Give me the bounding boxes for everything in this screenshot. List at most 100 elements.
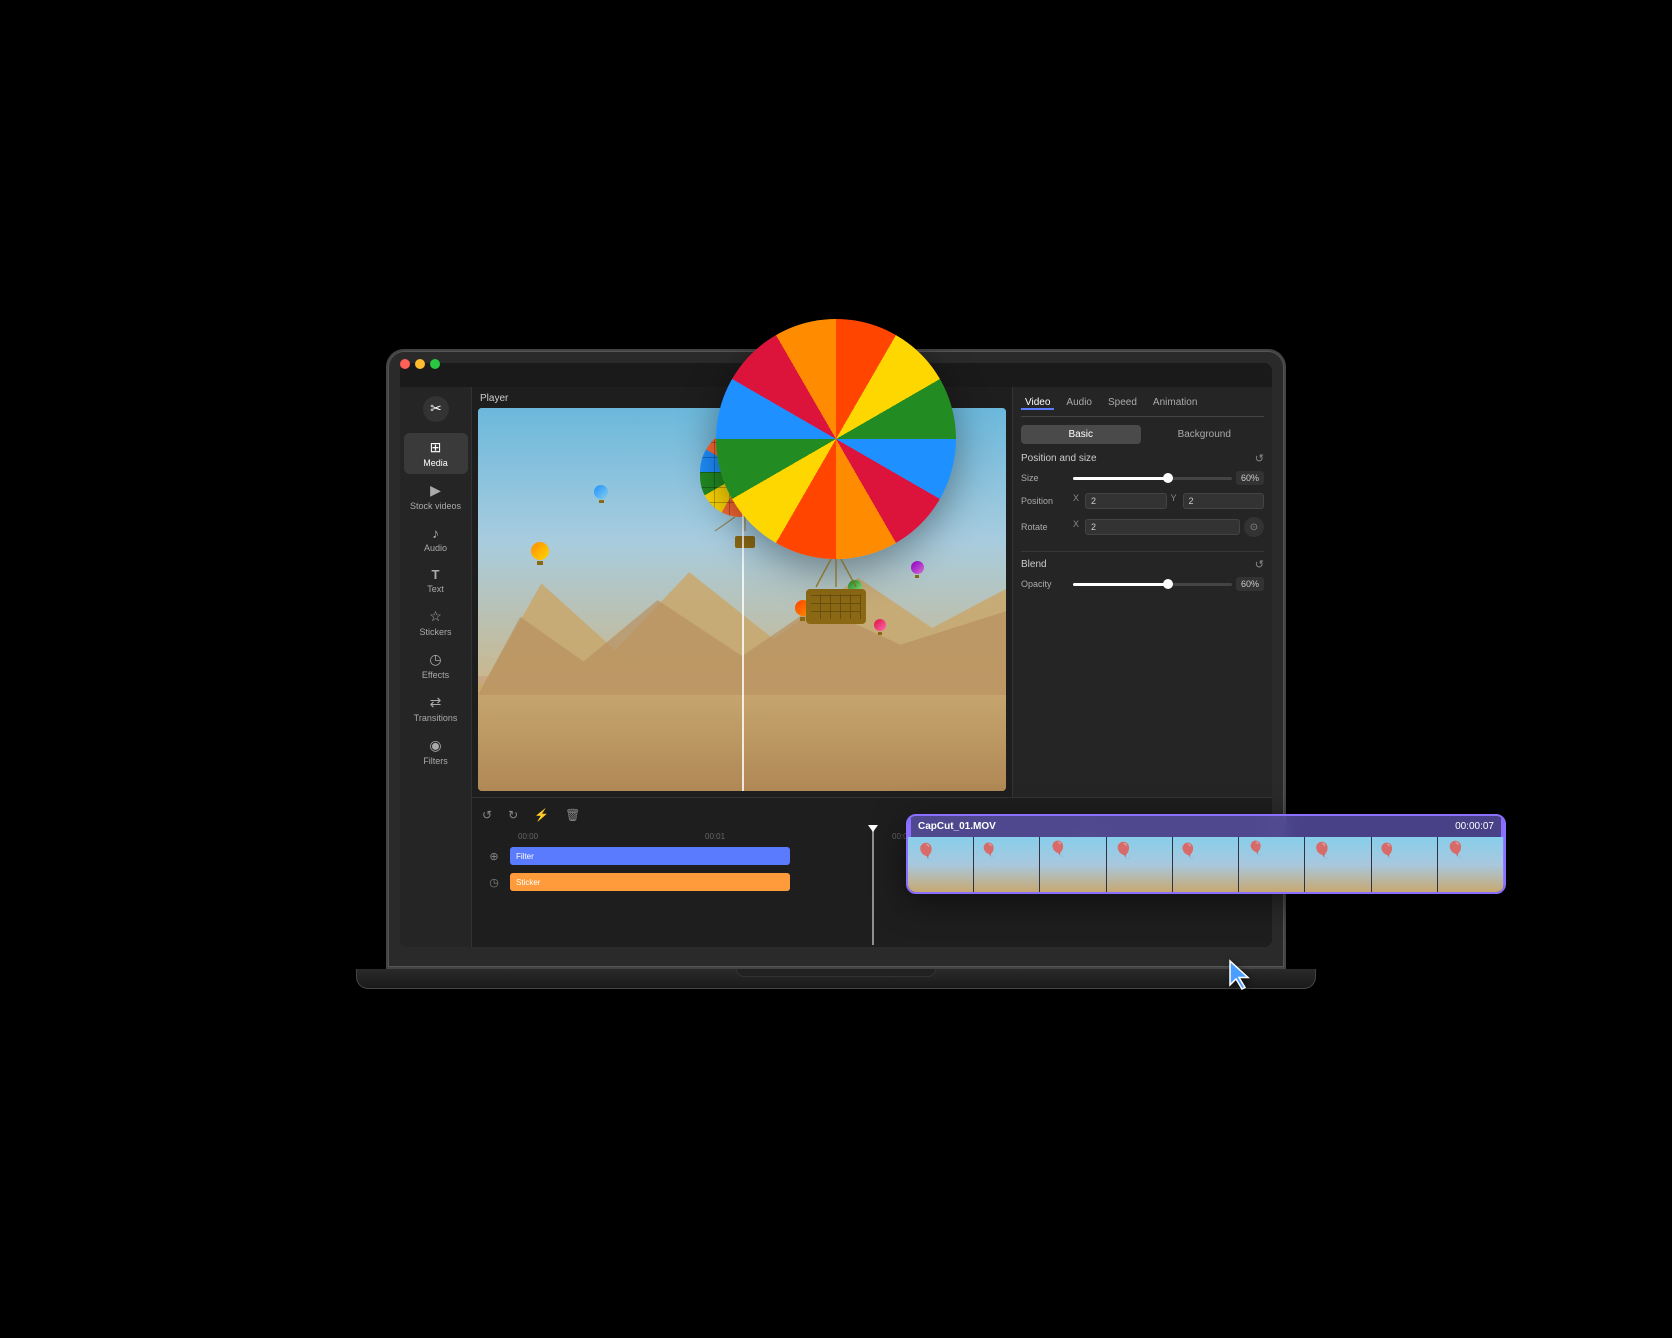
balloon-body-large (716, 319, 956, 559)
frame-balloon-8: 🎈 (1378, 842, 1397, 860)
small-balloon-1 (531, 542, 549, 564)
transitions-icon: ⇄ (430, 694, 442, 711)
filmstrip-frame-4: 🎈 (1107, 837, 1173, 892)
filmstrip-frame-2: 🎈 (974, 837, 1040, 892)
delete-button[interactable]: 🗑 (561, 806, 584, 824)
sidebar-item-filters[interactable]: ◉ Filters (404, 731, 468, 772)
sidebar-item-audio[interactable]: ♪ Audio (404, 519, 468, 559)
undo-button[interactable]: ↺ (478, 806, 496, 824)
popup-header: CapCut_01.MOV 00:00:07 (908, 816, 1504, 837)
media-icon: ⊞ (430, 439, 442, 456)
sidebar-label-effects: Effects (422, 670, 449, 680)
filters-icon: ◉ (429, 737, 441, 754)
section-blend-header: Blend ↺ (1021, 558, 1264, 571)
section-divider-1 (1021, 551, 1264, 552)
frame-balloon-6: 🎈 (1247, 840, 1264, 857)
opacity-value: 60% (1236, 577, 1264, 591)
laptop-base (356, 969, 1316, 989)
balloon-ropes (806, 559, 866, 589)
stock-videos-icon: ▶ (430, 482, 441, 499)
opacity-slider-thumb[interactable] (1163, 579, 1173, 589)
size-slider-fill (1073, 477, 1168, 480)
filter-clip-label: Filter (516, 852, 534, 861)
effects-icon: ◷ (429, 651, 441, 668)
minimize-button[interactable] (415, 359, 425, 369)
frame-balloon-3: 🎈 (1048, 840, 1067, 858)
text-icon: T (432, 567, 440, 582)
rotate-inputs: X 2 (1073, 519, 1240, 535)
maximize-button[interactable] (430, 359, 440, 369)
section-position-size-header: Position and size ↺ (1021, 452, 1264, 465)
rotate-x-input[interactable]: 2 (1085, 519, 1240, 535)
audio-icon: ♪ (432, 525, 439, 541)
sidebar-label-stickers: Stickers (419, 627, 451, 637)
btn-background[interactable]: Background (1145, 425, 1265, 444)
size-slider-track[interactable] (1073, 477, 1232, 480)
sidebar-label-text: Text (427, 584, 444, 594)
sticker-clip-label: Sticker (516, 878, 540, 887)
filter-clip[interactable]: Filter (510, 847, 790, 865)
frame-balloon-2: 🎈 (980, 842, 997, 859)
tab-audio[interactable]: Audio (1062, 395, 1096, 410)
frame-bg-6: 🎈 (1239, 837, 1304, 892)
svg-text:✂: ✂ (430, 400, 442, 416)
sticker-clip[interactable]: Sticker (510, 873, 790, 891)
small-balloon-2 (594, 485, 608, 503)
frame-bg-9: 🎈 (1438, 837, 1503, 892)
filmstrip-frame-9: 🎈 (1438, 837, 1504, 892)
position-control-row: Position X 2 Y 2 (1021, 493, 1264, 509)
position-y-input[interactable]: 2 (1183, 493, 1264, 509)
tab-speed[interactable]: Speed (1104, 395, 1141, 410)
stickers-icon: ☆ (429, 608, 442, 625)
size-value: 60% (1236, 471, 1264, 485)
opacity-slider-track[interactable] (1073, 583, 1232, 586)
sidebar: ✂ ⊞ Media ▶ Stock videos ♪ Audio (400, 387, 472, 947)
filmstrip-frame-3: 🎈 (1040, 837, 1106, 892)
sidebar-item-text[interactable]: T Text (404, 561, 468, 600)
filmstrip-frame-7: 🎈 (1305, 837, 1371, 892)
panel-tabs: Video Audio Speed Animation (1021, 395, 1264, 417)
frame-balloon-4: 🎈 (1114, 841, 1134, 861)
cursor-svg (1226, 959, 1258, 991)
balloon-basket-large (806, 589, 866, 624)
compass-button[interactable]: ⊙ (1244, 517, 1264, 537)
frame-balloon-9: 🎈 (1446, 840, 1466, 860)
frame-bg-5: 🎈 (1173, 837, 1238, 892)
frame-bg-3: 🎈 (1040, 837, 1105, 892)
position-x-input[interactable]: 2 (1085, 493, 1166, 509)
frame-bg-8: 🎈 (1372, 837, 1437, 892)
app-logo: ✂ (422, 395, 450, 423)
traffic-lights (400, 359, 440, 369)
btn-basic[interactable]: Basic (1021, 425, 1141, 444)
reset-position-icon[interactable]: ↺ (1255, 452, 1264, 465)
sidebar-item-stickers[interactable]: ☆ Stickers (404, 602, 468, 643)
size-control-row: Size 60% (1021, 471, 1264, 485)
filmstrip-frame-1: 🎈 (908, 837, 974, 892)
sidebar-label-transitions: Transitions (414, 713, 458, 723)
rotate-control-row: Rotate X 2 ⊙ (1021, 517, 1264, 537)
split-button[interactable]: ⚡ (530, 806, 553, 824)
ruler-00-00: 00:00 (518, 832, 705, 841)
frame-balloon-7: 🎈 (1312, 841, 1332, 861)
floating-timeline-popup: CapCut_01.MOV 00:00:07 🎈 🎈 🎈 (906, 814, 1506, 894)
opacity-control-row: Opacity 60% (1021, 577, 1264, 591)
hero-balloon-decoration (706, 319, 966, 639)
reset-blend-icon[interactable]: ↺ (1255, 558, 1264, 571)
sidebar-item-media[interactable]: ⊞ Media (404, 433, 468, 474)
tab-sub-buttons: Basic Background (1021, 425, 1264, 444)
tab-animation[interactable]: Animation (1149, 395, 1201, 410)
sidebar-item-transitions[interactable]: ⇄ Transitions (404, 688, 468, 729)
close-button[interactable] (400, 359, 410, 369)
frame-bg-2: 🎈 (974, 837, 1039, 892)
tab-video[interactable]: Video (1021, 395, 1054, 410)
sidebar-item-stock-videos[interactable]: ▶ Stock videos (404, 476, 468, 517)
frame-bg-7: 🎈 (1305, 837, 1370, 892)
popup-timestamp: 00:00:07 (1455, 821, 1494, 832)
sidebar-item-effects[interactable]: ◷ Effects (404, 645, 468, 686)
size-slider-thumb[interactable] (1163, 473, 1173, 483)
sidebar-label-media: Media (423, 458, 448, 468)
rotate-label: Rotate (1021, 522, 1069, 532)
redo-button[interactable]: ↻ (504, 806, 522, 824)
ruler-00-01: 00:01 (705, 832, 892, 841)
filmstrip-frame-8: 🎈 (1372, 837, 1438, 892)
